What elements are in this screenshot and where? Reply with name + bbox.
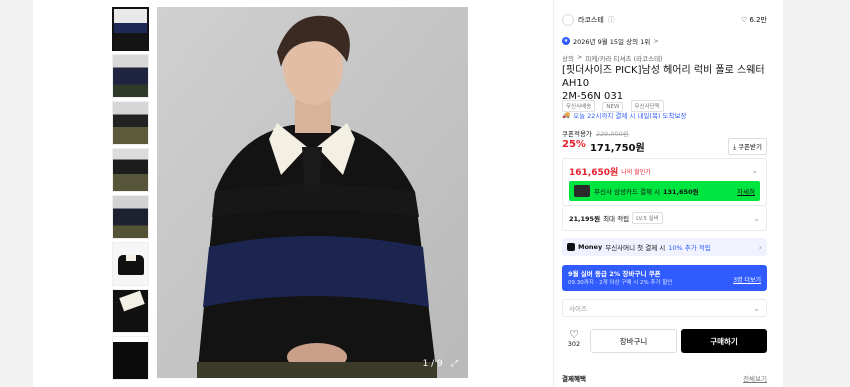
download-icon: ⤓ bbox=[733, 143, 736, 151]
brand-row: 라코스테 ⓘ ♡ 6.2만 bbox=[562, 14, 767, 26]
thumbnail-3[interactable] bbox=[112, 101, 149, 145]
brand-name[interactable]: 라코스테 bbox=[578, 15, 604, 25]
info-icon[interactable]: ⓘ bbox=[608, 15, 615, 25]
chevron-down-icon[interactable]: ⌄ bbox=[751, 166, 758, 175]
card-detail-link[interactable]: 자세히 bbox=[737, 186, 755, 196]
product-info-panel: 라코스테 ⓘ ♡ 6.2만 ★ 2026년 9월 15일 상의 1위 > 상의 … bbox=[553, 0, 783, 387]
coupon-banner-title: 9월 실버 등급 2% 장바구니 쿠폰 bbox=[568, 270, 661, 278]
size-chevron-icon: ⌄ bbox=[753, 303, 760, 313]
thumbnail-6[interactable] bbox=[112, 242, 149, 286]
ranking-badge[interactable]: ★ 2026년 9월 15일 상의 1위 > bbox=[562, 36, 767, 46]
thumbnail-5[interactable] bbox=[112, 195, 149, 239]
money-text: 무신사머니 첫 결제 시 bbox=[605, 244, 666, 252]
model-photo bbox=[157, 7, 468, 378]
money-highlight: 10% 추가 적립 bbox=[668, 244, 711, 252]
delivery-guarantee: 🚚 오늘 22시까지 결제 시 내일(목) 도착보장 bbox=[562, 110, 767, 120]
truck-icon: 🚚 bbox=[562, 111, 571, 119]
my-price-row[interactable]: 161,650원 나의 할인가 bbox=[569, 165, 651, 178]
thumbnail-1[interactable] bbox=[112, 7, 149, 51]
breadcrumb-sep: > bbox=[576, 53, 583, 61]
money-chevron-icon: › bbox=[758, 242, 762, 252]
thumbnail-8[interactable] bbox=[112, 336, 149, 380]
size-select[interactable]: 사이즈 ⌄ bbox=[562, 299, 767, 317]
breadcrumb-cat2[interactable]: 피케/카라 티셔츠 (라코스테) bbox=[585, 53, 662, 63]
delivery-text: 오늘 22시까지 결제 시 내일(목) 도착보장 bbox=[573, 112, 687, 120]
coupon-price-label-row: 쿠폰적용가 229,000원 bbox=[562, 128, 767, 138]
size-placeholder: 사이즈 bbox=[569, 305, 587, 313]
heart-icon: ♡ bbox=[741, 16, 748, 24]
coupon-more-link[interactable]: 3명 더보기 bbox=[733, 275, 761, 284]
payment-benefits-row: 결제혜택 전체보기 bbox=[562, 373, 767, 383]
buy-button[interactable]: 구매하기 bbox=[681, 329, 767, 353]
final-price: 171,750원 bbox=[589, 143, 645, 154]
points-label: 최대 적립 bbox=[603, 215, 630, 223]
ranking-medal-icon: ★ bbox=[562, 37, 570, 45]
product-main-image[interactable]: 1 / 9 ⤢ bbox=[157, 7, 468, 378]
money-brand: Money bbox=[578, 243, 603, 251]
price-row: 25% 171,750원 ⤓ 쿠폰받기 bbox=[562, 138, 767, 155]
my-discount-box: 161,650원 나의 할인가 ⌄ 무신사 삼성카드 결제 시 131,650원… bbox=[562, 158, 767, 206]
payment-all-link[interactable]: 전체보기 bbox=[743, 373, 767, 383]
points-row[interactable]: 21,195원 최대 적립 LV.5 실버 ⌄ bbox=[562, 206, 767, 231]
thumbnail-7[interactable] bbox=[112, 289, 149, 333]
brand-logo-icon[interactable] bbox=[562, 14, 574, 26]
like-button[interactable]: ♡ 302 bbox=[562, 329, 586, 348]
cart-button[interactable]: 장바구니 bbox=[590, 329, 677, 353]
my-price-label: 나의 할인가 bbox=[621, 169, 651, 176]
cart-button-label: 장바구니 bbox=[619, 336, 648, 346]
coupon-download-button[interactable]: ⤓ 쿠폰받기 bbox=[728, 138, 767, 155]
like-count: 302 bbox=[567, 340, 581, 348]
brand-like-count: 6.2만 bbox=[749, 16, 767, 24]
brand-like[interactable]: ♡ 6.2만 bbox=[741, 15, 767, 25]
level-badge: LV.5 실버 bbox=[632, 212, 663, 224]
thumbnail-4[interactable] bbox=[112, 148, 149, 192]
samsung-card-banner[interactable]: 무신사 삼성카드 결제 시 131,650원 자세히 bbox=[569, 181, 760, 201]
expand-icon[interactable]: ⤢ bbox=[451, 359, 458, 369]
ranking-chevron-icon: > bbox=[653, 37, 659, 45]
thumbnail-list bbox=[112, 7, 150, 383]
breadcrumb-cat1[interactable]: 상의 bbox=[562, 53, 574, 63]
image-counter-text: 1 / 9 bbox=[422, 359, 443, 369]
coupon-banner-subtitle: 09.30까지 · 2개 이상 구매 시 2% 추가 할인 bbox=[568, 280, 673, 286]
product-title-line1: [핏더사이즈 PICK]남성 헤어리 럭비 폴로 스웨터 AH10 bbox=[562, 65, 765, 89]
my-price: 161,650원 bbox=[569, 168, 619, 178]
image-counter: 1 / 9 ⤢ bbox=[423, 359, 458, 369]
card-price: 131,650원 bbox=[663, 188, 699, 196]
original-price: 229,000원 bbox=[595, 130, 629, 138]
discount-rate: 25% bbox=[562, 139, 586, 150]
like-heart-icon: ♡ bbox=[569, 328, 579, 341]
card-icon bbox=[574, 185, 590, 197]
points-chevron-icon: ⌄ bbox=[753, 213, 760, 223]
breadcrumb: 상의 > 피케/카라 티셔츠 (라코스테) bbox=[562, 53, 767, 63]
money-banner[interactable]: Money 무신사머니 첫 결제 시 10% 추가 적립 › bbox=[562, 238, 767, 256]
money-logo-icon bbox=[567, 243, 575, 251]
points-amount: 21,195원 bbox=[569, 215, 601, 223]
buy-button-label: 구매하기 bbox=[710, 336, 738, 346]
payment-benefits-label: 결제혜택 bbox=[562, 375, 586, 383]
cart-coupon-banner[interactable]: 9월 실버 등급 2% 장바구니 쿠폰 09.30까지 · 2개 이상 구매 시… bbox=[562, 265, 767, 291]
card-text: 무신사 삼성카드 결제 시 bbox=[594, 188, 660, 196]
thumbnail-2[interactable] bbox=[112, 54, 149, 98]
coupon-button-label: 쿠폰받기 bbox=[738, 143, 762, 151]
coupon-price-label: 쿠폰적용가 bbox=[562, 130, 592, 138]
ranking-text: 2026년 9월 15일 상의 1위 bbox=[573, 38, 651, 46]
